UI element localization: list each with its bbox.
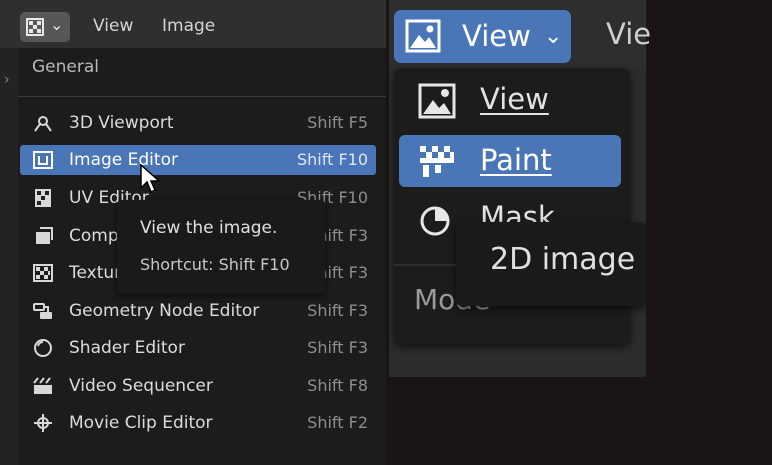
tooltip [117,200,325,294]
menu-item-shortcut: Shift F8 [307,376,368,395]
image-editor-icon [33,151,53,169]
menu-item-shortcut: Shift F5 [307,113,368,132]
menu-divider [18,96,386,97]
menu-item-3d-viewport[interactable]: 3D Viewport Shift F5 [20,108,376,138]
menu-item-shortcut: Shift F3 [307,338,368,357]
tooltip-description-partial: 2D image p [490,242,646,277]
menu-item-shortcut: Shift F10 [296,150,368,169]
texture-node-icon [33,264,53,282]
menu-item-label: Video Sequencer [69,376,213,396]
tooltip-shortcut: Shortcut: Shift F10 [140,255,290,274]
mouse-pointer-icon [140,164,161,194]
menu-item-video-sequencer[interactable]: Video Sequencer Shift F8 [20,371,376,401]
geometry-node-icon [33,303,52,319]
compositor-icon [36,227,53,244]
side-region-strip [0,48,18,465]
section-label-general: General [32,57,99,77]
chevron-down-icon: ⌄ [50,15,64,34]
menu-item-shortcut: Shift F3 [307,301,368,320]
menu-item-label: 3D Viewport [69,113,174,133]
editor-type-button[interactable]: ⌄ [20,12,70,42]
shader-editor-icon [34,339,52,357]
uv-editor-icon [35,189,51,207]
menu-item-image-editor[interactable]: Image Editor Shift F10 [20,145,376,175]
video-sequencer-icon [33,377,52,394]
menu-item-movie-clip-editor[interactable]: Movie Clip Editor Shift F2 [20,408,376,438]
movie-clip-icon [34,414,52,432]
menu-item-shortcut: Shift F2 [307,413,368,432]
menu-view[interactable]: View [93,16,133,36]
menu-item-shader-editor[interactable]: Shader Editor Shift F3 [20,333,376,363]
3d-viewport-icon [34,116,52,132]
chevron-right-icon[interactable]: › [4,72,10,88]
menu-item-geometry-node-editor[interactable]: Geometry Node Editor Shift F3 [20,296,376,326]
menu-image[interactable]: Image [162,16,215,36]
tooltip-clip: 2D image p [389,0,646,377]
menu-item-label: Movie Clip Editor [69,413,213,433]
menu-item-label: Geometry Node Editor [69,301,260,321]
tooltip-description: View the image. [140,218,278,238]
menu-item-label: Shader Editor [69,338,185,358]
image-editor-icon [26,18,44,36]
